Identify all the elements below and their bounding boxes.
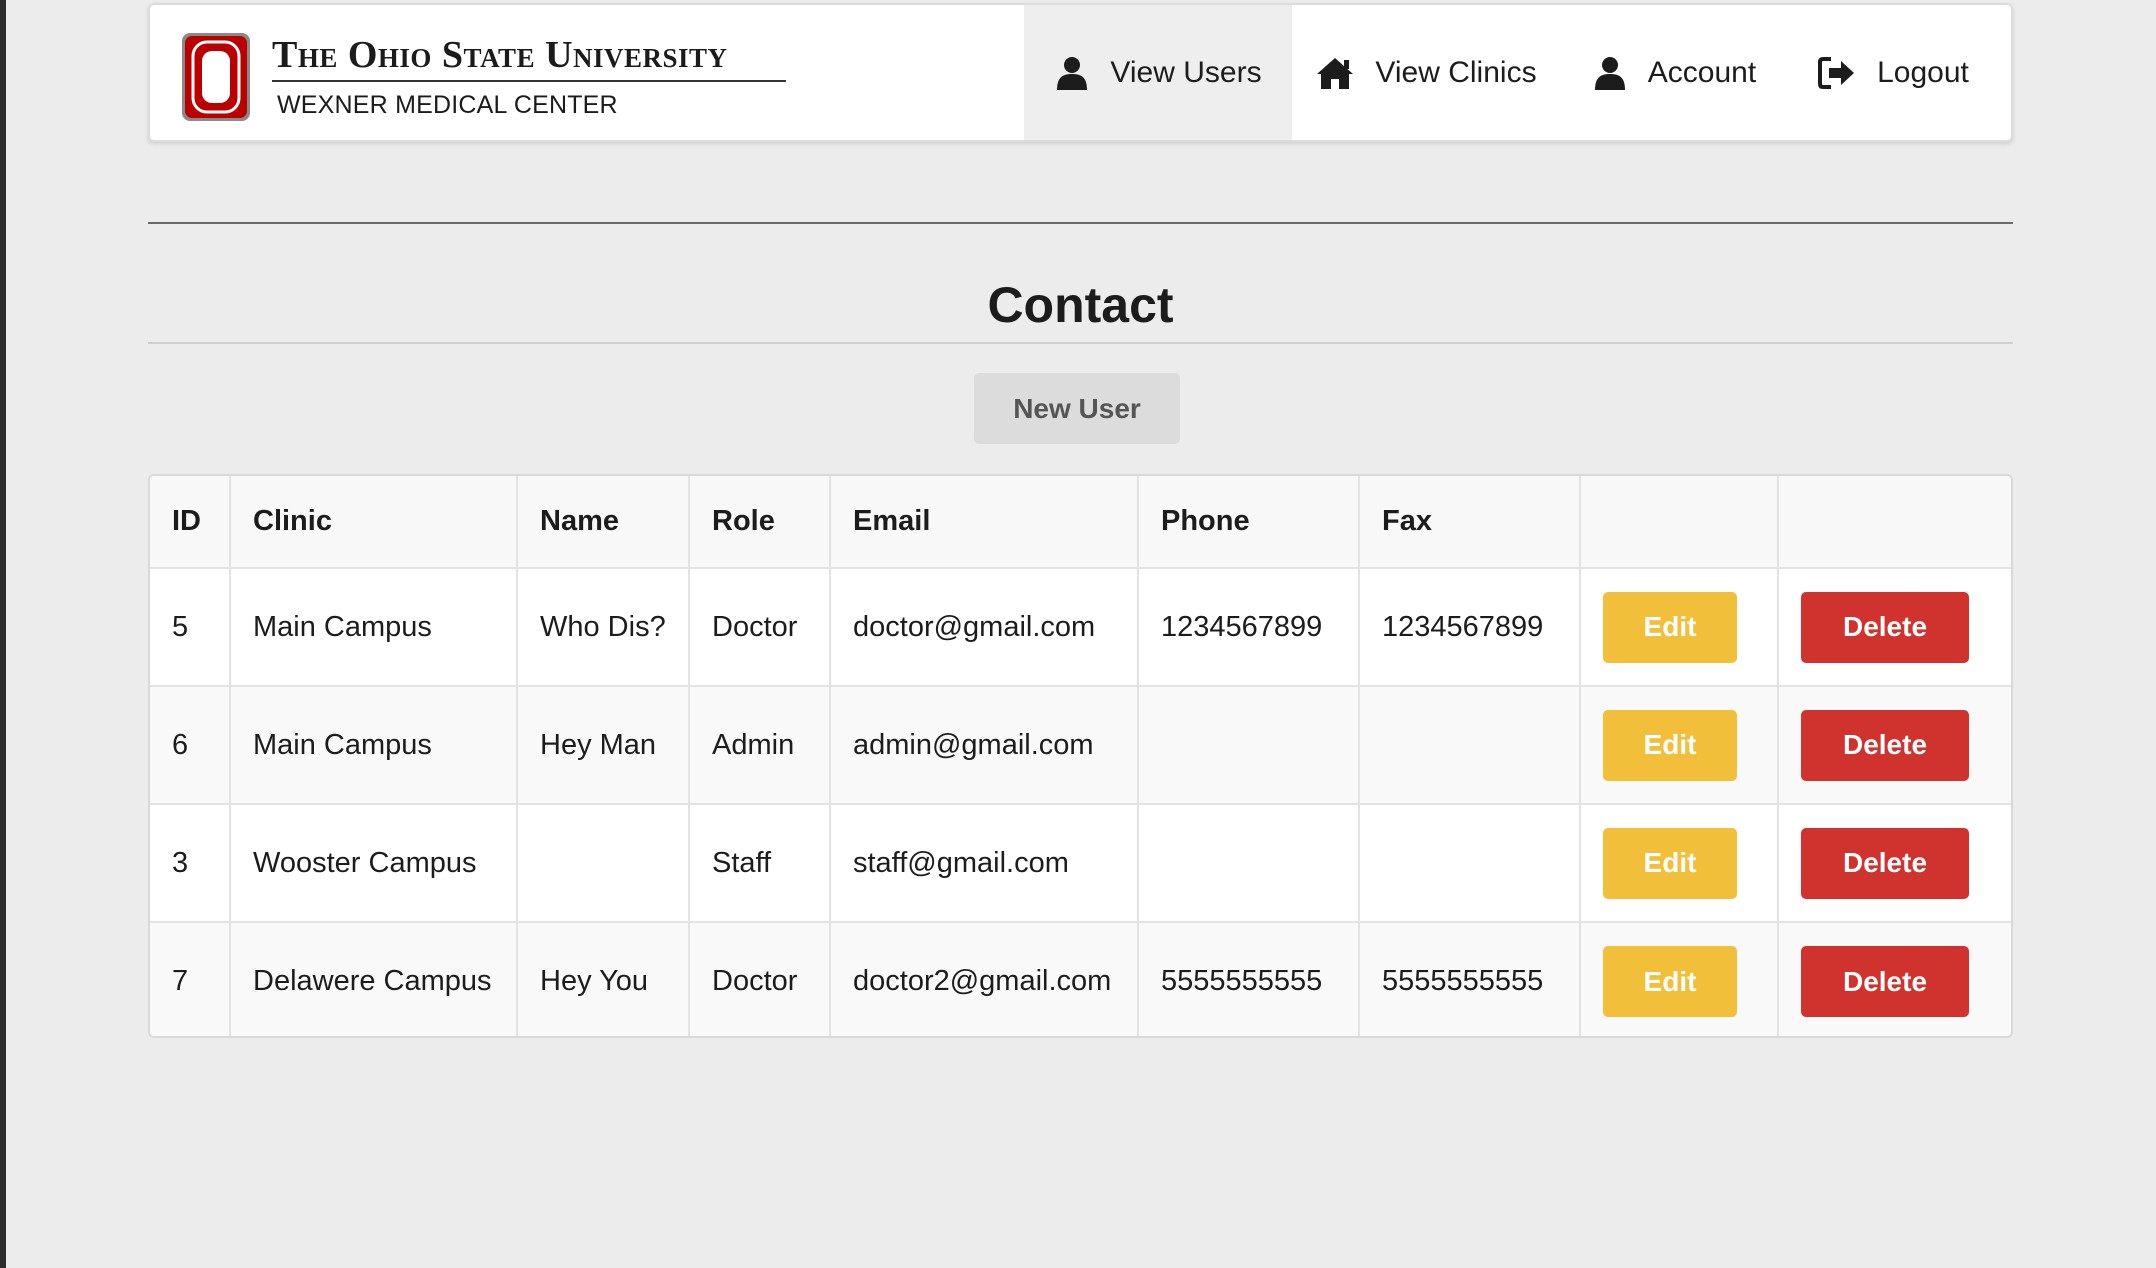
cell-id: 6 [150, 686, 231, 805]
cell-id: 3 [150, 804, 231, 923]
column-header-delete [1778, 476, 2011, 569]
column-header-email: Email [830, 476, 1139, 569]
column-header-edit [1580, 476, 1779, 569]
brand-divider [272, 80, 786, 82]
cell-edit: Edit [1580, 686, 1779, 805]
cell-role: Admin [689, 686, 831, 805]
cell-delete: Delete [1778, 686, 2011, 805]
cell-delete: Delete [1778, 922, 2011, 1036]
nav-label: Logout [1877, 55, 1969, 89]
sign-out-icon [1818, 56, 1855, 89]
table-row: 5 Main Campus Who Dis? Doctor doctor@gma… [150, 568, 2011, 687]
nav-label: View Clinics [1375, 55, 1537, 89]
cell-phone: 1234567899 [1138, 568, 1360, 687]
window-edge [0, 0, 6, 1268]
cell-email: doctor2@gmail.com [830, 922, 1139, 1036]
top-navbar: The Ohio State University WEXNER MEDICAL… [148, 3, 2013, 142]
user-icon [1057, 56, 1088, 90]
cell-fax [1359, 686, 1581, 805]
edit-button[interactable]: Edit [1603, 946, 1737, 1017]
section-divider [148, 222, 2013, 224]
nav-label: Account [1647, 55, 1757, 89]
cell-name: Who Dis? [517, 568, 690, 687]
new-user-button[interactable]: New User [974, 373, 1180, 444]
cell-role: Doctor [689, 922, 831, 1036]
table-row: 6 Main Campus Hey Man Admin admin@gmail.… [150, 686, 2011, 805]
title-underline [148, 342, 2013, 344]
home-icon [1317, 57, 1354, 89]
cell-role: Doctor [689, 568, 831, 687]
nav-account[interactable]: Account [1560, 5, 1788, 140]
nav-label: View Users [1110, 55, 1262, 89]
cell-id: 5 [150, 568, 231, 687]
delete-button[interactable]: Delete [1801, 709, 1969, 781]
cell-phone [1138, 686, 1360, 805]
cell-email: admin@gmail.com [830, 686, 1139, 805]
cell-fax: 5555555555 [1359, 922, 1581, 1036]
cell-clinic: Main Campus [230, 568, 518, 687]
nav-view-clinics[interactable]: View Clinics [1292, 5, 1560, 140]
nav-view-users[interactable]: View Users [1024, 5, 1292, 140]
cell-edit: Edit [1580, 922, 1779, 1036]
block-o-logo [182, 33, 250, 121]
brand[interactable]: The Ohio State University WEXNER MEDICAL… [180, 29, 800, 125]
brand-subtitle: WEXNER MEDICAL CENTER [277, 91, 618, 119]
column-header-clinic: Clinic [230, 476, 518, 569]
table-row: 3 Wooster Campus Staff staff@gmail.com E… [150, 804, 2011, 923]
cell-delete: Delete [1778, 568, 2011, 687]
delete-button[interactable]: Delete [1801, 827, 1969, 899]
nav-logout[interactable]: Logout [1788, 5, 1998, 140]
table-row: 7 Delawere Campus Hey You Doctor doctor2… [150, 922, 2011, 1036]
edit-button[interactable]: Edit [1603, 709, 1737, 781]
page-title: Contact [987, 277, 1174, 333]
column-header-id: ID [150, 476, 231, 569]
cell-clinic: Wooster Campus [230, 804, 518, 923]
cell-role: Staff [689, 804, 831, 923]
column-header-phone: Phone [1138, 476, 1360, 569]
cell-name [517, 804, 690, 923]
brand-title: The Ohio State University [272, 34, 728, 76]
column-header-role: Role [689, 476, 831, 569]
cell-edit: Edit [1580, 568, 1779, 687]
cell-clinic: Delawere Campus [230, 922, 518, 1036]
cell-phone: 5555555555 [1138, 922, 1360, 1036]
user-icon [1594, 56, 1625, 90]
cell-fax [1359, 804, 1581, 923]
users-table: ID Clinic Name Role Email Phone Fax 5 Ma… [148, 474, 2013, 1038]
cell-clinic: Main Campus [230, 686, 518, 805]
cell-id: 7 [150, 922, 231, 1036]
column-header-fax: Fax [1359, 476, 1581, 569]
table-header-row: ID Clinic Name Role Email Phone Fax [150, 476, 2011, 569]
cell-name: Hey Man [517, 686, 690, 805]
delete-button[interactable]: Delete [1801, 946, 1969, 1017]
cell-edit: Edit [1580, 804, 1779, 923]
edit-button[interactable]: Edit [1603, 827, 1737, 899]
cell-email: doctor@gmail.com [830, 568, 1139, 687]
column-header-name: Name [517, 476, 690, 569]
delete-button[interactable]: Delete [1801, 591, 1969, 663]
edit-button[interactable]: Edit [1603, 591, 1737, 663]
cell-name: Hey You [517, 922, 690, 1036]
cell-fax: 1234567899 [1359, 568, 1581, 687]
cell-phone [1138, 804, 1360, 923]
cell-email: staff@gmail.com [830, 804, 1139, 923]
cell-delete: Delete [1778, 804, 2011, 923]
